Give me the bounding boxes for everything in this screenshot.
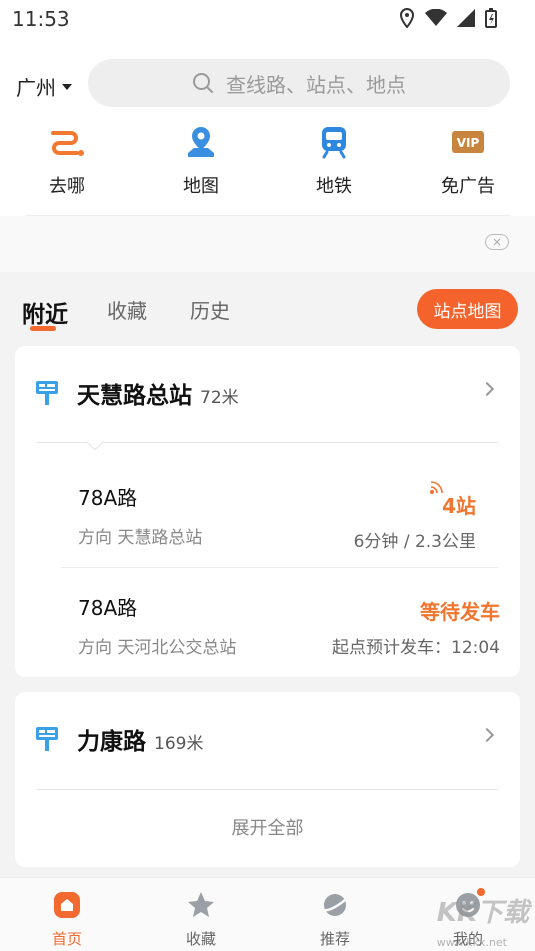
nav-recommend[interactable]: 推荐 <box>300 890 370 949</box>
route-name: 78A路 <box>78 596 138 620</box>
route-icon <box>27 124 107 160</box>
arrival-detail: 6分钟 / 2.3公里 <box>353 532 476 552</box>
stop-map-button[interactable]: 站点地图 <box>417 289 518 329</box>
search-placeholder: 查线路、站点、地点 <box>226 72 406 97</box>
nav-label: 收藏 <box>185 930 216 948</box>
map-pin-icon <box>161 124 241 160</box>
quick-action-label: 地图 <box>183 176 219 197</box>
planet-icon <box>322 894 348 916</box>
stop-distance: 72米 <box>200 387 239 408</box>
quick-action-label: 地铁 <box>316 176 352 197</box>
chevron-down-icon <box>62 83 72 90</box>
tab-nearby[interactable]: 附近 <box>22 295 68 329</box>
stop-card: 力康路 169米 展开全部 <box>15 692 520 867</box>
cell-signal-icon <box>457 9 475 27</box>
status-time: 11:53 <box>12 7 70 31</box>
status-bar: 11:53 <box>0 0 535 38</box>
arrival-stops: 4站 <box>442 494 476 518</box>
nav-label: 首页 <box>51 930 82 948</box>
nearby-tabs: 附近 收藏 历史 站点地图 <box>0 272 535 346</box>
watermark-logo: KK下载 <box>436 898 529 928</box>
bus-stop-icon <box>36 381 58 405</box>
ad-banner: ✕ <box>0 216 535 272</box>
quick-action-go[interactable]: 去哪 <box>27 124 107 198</box>
route-item[interactable]: 78A路 方向 天慧路总站 <box>78 482 202 548</box>
stop-distance: 169米 <box>154 733 204 754</box>
quick-action-metro[interactable]: 地铁 <box>294 124 374 198</box>
bottom-nav: 首页 收藏 推荐 我的 KK下载 www.kkx.net <box>0 877 535 951</box>
metro-icon <box>294 124 374 160</box>
route-item[interactable]: 78A路 方向 天河北公交总站 <box>78 592 236 658</box>
search-icon <box>193 73 213 93</box>
quick-action-map[interactable]: 地图 <box>161 124 241 198</box>
divider-notch <box>86 433 104 451</box>
quick-action-label: 去哪 <box>49 176 85 197</box>
route-arrival: 等待发车 起点预计发车：12:04 <box>332 596 500 658</box>
home-icon <box>54 892 80 918</box>
tab-indicator <box>30 326 56 331</box>
city-selector[interactable]: 广州 <box>16 72 72 101</box>
arrival-detail: 起点预计发车：12:04 <box>332 638 500 658</box>
divider <box>37 442 498 443</box>
watermark-url: www.kkx.net <box>436 936 507 949</box>
stop-header[interactable]: 力康路 169米 <box>35 722 203 756</box>
stop-name: 天慧路总站 <box>77 383 192 409</box>
stop-card: 天慧路总站 72米 78A路 方向 天慧路总站 4站 6分钟 / 2.3公里 7… <box>15 346 520 677</box>
arrival-status: 等待发车 <box>420 600 500 624</box>
route-direction: 方向 天慧路总站 <box>78 528 203 548</box>
svg-text:VIP: VIP <box>457 136 480 150</box>
expand-all-button[interactable]: 展开全部 <box>15 814 520 840</box>
chevron-right-icon[interactable] <box>479 381 495 397</box>
close-icon[interactable]: ✕ <box>485 234 509 250</box>
header: 广州 查线路、站点、地点 去哪 地图 地铁 VIP 免广告 ✕ <box>0 38 535 272</box>
status-icons <box>399 8 497 28</box>
route-arrival: 4站 6分钟 / 2.3公里 <box>354 490 476 552</box>
quick-action-no-ads[interactable]: VIP 免广告 <box>428 124 508 198</box>
star-icon <box>188 892 214 917</box>
city-label: 广州 <box>16 76 56 100</box>
stop-header[interactable]: 天慧路总站 72米 <box>35 376 239 410</box>
tab-favorites[interactable]: 收藏 <box>107 295 147 324</box>
route-name: 78A路 <box>78 486 138 510</box>
nav-label: 推荐 <box>319 930 350 948</box>
search-input[interactable]: 查线路、站点、地点 <box>88 59 510 107</box>
wifi-icon <box>425 9 447 26</box>
battery-icon <box>485 8 497 28</box>
stop-name: 力康路 <box>77 729 146 755</box>
quick-action-label: 免广告 <box>441 176 495 197</box>
nav-favorites[interactable]: 收藏 <box>166 890 236 949</box>
location-icon <box>399 8 415 28</box>
nav-home[interactable]: 首页 <box>32 890 102 949</box>
divider <box>61 567 498 568</box>
vip-icon: VIP <box>428 124 508 160</box>
bus-stop-icon <box>36 727 58 751</box>
tab-history[interactable]: 历史 <box>190 295 230 324</box>
divider <box>37 789 498 790</box>
route-direction: 方向 天河北公交总站 <box>78 638 237 658</box>
chevron-right-icon[interactable] <box>479 727 495 743</box>
